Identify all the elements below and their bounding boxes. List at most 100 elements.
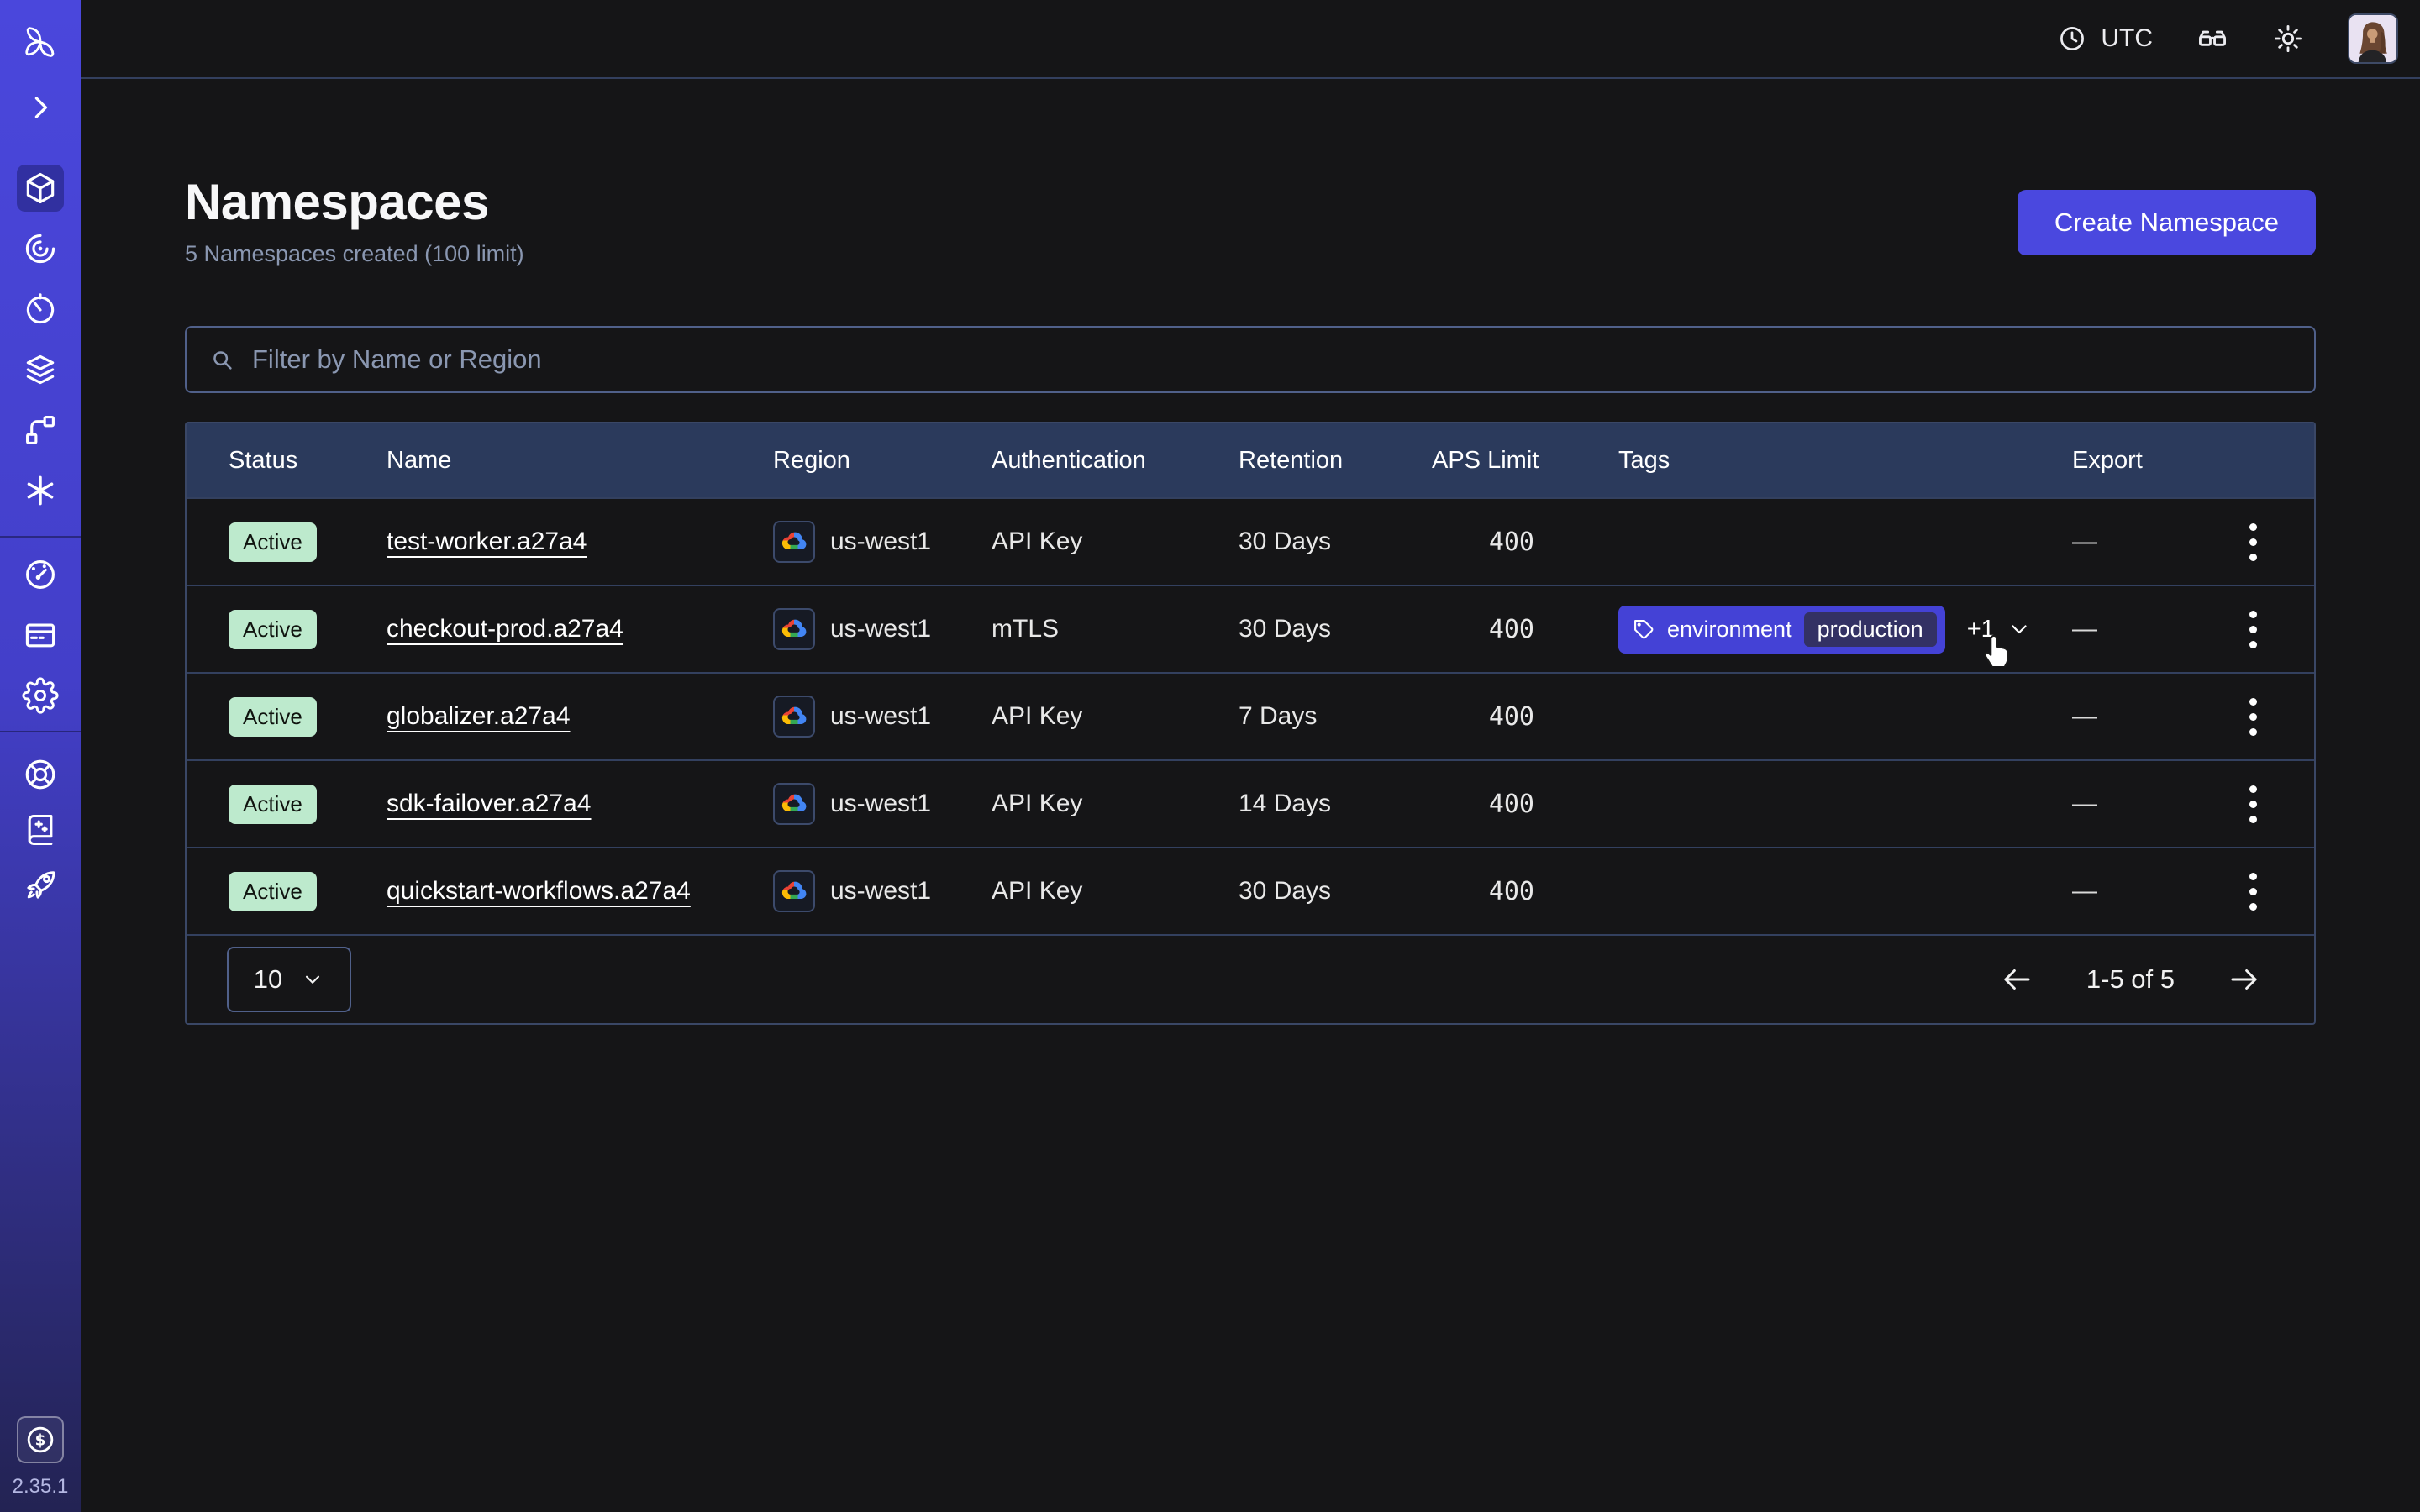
table-row: Active test-worker.a27a4 us-west1 API Ke… xyxy=(187,497,2314,585)
sidebar-item-support[interactable] xyxy=(17,751,64,798)
retention-cell: 14 Days xyxy=(1239,790,1432,818)
col-retention: Retention xyxy=(1239,447,1432,475)
namespace-link[interactable]: globalizer.a27a4 xyxy=(387,702,571,730)
export-value: — xyxy=(2072,528,2097,556)
pricing-button[interactable]: $ xyxy=(17,1416,64,1463)
tag-chip[interactable]: environment production xyxy=(1618,606,1945,654)
sidebar-item-namespaces[interactable] xyxy=(17,165,64,212)
row-menu-button[interactable] xyxy=(2243,604,2264,655)
tags-expand-button[interactable] xyxy=(2007,617,2032,642)
aps-cell: 400 xyxy=(1432,877,1618,906)
sidebar-item-workflows[interactable] xyxy=(17,225,64,272)
google-cloud-icon xyxy=(773,521,815,563)
clock-icon xyxy=(2057,24,2087,54)
auth-cell: API Key xyxy=(992,877,1239,906)
dollar-badge-icon: $ xyxy=(24,1423,57,1457)
sidebar-item-billing[interactable] xyxy=(17,612,64,659)
aps-cell: 400 xyxy=(1432,790,1618,819)
tag-overflow-count: +1 xyxy=(1967,616,1995,643)
user-avatar-button[interactable] xyxy=(2348,13,2398,64)
next-page-button[interactable] xyxy=(2227,962,2262,997)
namespace-link[interactable]: test-worker.a27a4 xyxy=(387,528,587,555)
status-badge: Active xyxy=(229,872,317,911)
table-row: Active checkout-prod.a27a4 us-west1 mTLS… xyxy=(187,585,2314,672)
sidebar-item-nexus[interactable] xyxy=(17,467,64,514)
namespace-link[interactable]: sdk-failover.a27a4 xyxy=(387,790,592,817)
row-menu-button[interactable] xyxy=(2243,517,2264,568)
sidebar-item-schedules[interactable] xyxy=(17,286,64,333)
app-version: 2.35.1 xyxy=(13,1475,69,1499)
aps-cell: 400 xyxy=(1432,702,1618,732)
create-namespace-button[interactable]: Create Namespace xyxy=(2018,190,2316,255)
gauge-icon xyxy=(22,556,59,593)
region-label: us-west1 xyxy=(830,790,931,818)
auth-cell: mTLS xyxy=(992,615,1239,643)
sun-icon xyxy=(2272,23,2304,55)
retention-cell: 7 Days xyxy=(1239,702,1432,731)
page-range-label: 1-5 of 5 xyxy=(2086,964,2175,995)
arrow-left-icon xyxy=(1999,962,2034,997)
namespaces-table: Status Name Region Authentication Retent… xyxy=(185,422,2316,1025)
lifebuoy-icon xyxy=(22,756,59,793)
theme-toggle-button[interactable] xyxy=(2272,23,2304,55)
sidebar-top xyxy=(17,0,64,131)
col-aps-limit: APS Limit xyxy=(1432,447,1618,475)
auth-cell: API Key xyxy=(992,702,1239,731)
google-cloud-icon xyxy=(773,783,815,825)
google-cloud-icon xyxy=(773,696,815,738)
table-row: Active globalizer.a27a4 us-west1 API Key… xyxy=(187,672,2314,759)
chevron-right-icon xyxy=(22,89,59,126)
col-region: Region xyxy=(773,447,992,475)
row-menu-button[interactable] xyxy=(2243,779,2264,830)
filter-input[interactable] xyxy=(252,344,2292,375)
chevron-down-icon xyxy=(2007,617,2032,642)
sidebar-collapse-button[interactable] xyxy=(17,84,64,131)
row-menu-button[interactable] xyxy=(2243,866,2264,917)
sidebar-item-deployments[interactable] xyxy=(17,407,64,454)
sidebar-help-group xyxy=(17,751,64,909)
tag-key: environment xyxy=(1667,617,1792,643)
namespace-link[interactable]: checkout-prod.a27a4 xyxy=(387,615,623,643)
gear-icon xyxy=(22,677,59,714)
sidebar-item-docs[interactable] xyxy=(17,806,64,853)
sidebar-item-batch-operations[interactable] xyxy=(17,346,64,393)
main-content: Namespaces 5 Namespaces created (100 lim… xyxy=(81,79,2420,1512)
topbar: UTC xyxy=(81,0,2420,79)
export-value: — xyxy=(2072,790,2097,818)
title-block: Namespaces 5 Namespaces created (100 lim… xyxy=(185,173,524,267)
previous-page-button[interactable] xyxy=(1999,962,2034,997)
sidebar-item-usage[interactable] xyxy=(17,551,64,598)
namespace-link[interactable]: quickstart-workflows.a27a4 xyxy=(387,877,691,905)
layers-icon xyxy=(22,351,59,388)
page-title: Namespaces xyxy=(185,173,524,231)
page-subtitle: 5 Namespaces created (100 limit) xyxy=(185,241,524,267)
rocket-icon xyxy=(22,867,59,904)
billing-card-icon xyxy=(22,617,59,654)
timezone-label: UTC xyxy=(2101,24,2153,53)
sidebar-item-settings[interactable] xyxy=(17,672,64,719)
svg-text:$: $ xyxy=(35,1431,46,1449)
sidebar-bottom: $ 2.35.1 xyxy=(13,1416,69,1512)
sidebar-item-getting-started[interactable] xyxy=(17,862,64,909)
sidebar-divider xyxy=(0,731,81,732)
status-badge: Active xyxy=(229,610,317,649)
app-root: $ 2.35.1 UTC xyxy=(0,0,2420,1512)
glasses-button[interactable] xyxy=(2196,23,2228,55)
tags-cell: environment production +1 xyxy=(1618,606,2072,654)
temporal-logo[interactable] xyxy=(17,18,64,66)
timezone-button[interactable]: UTC xyxy=(2057,24,2153,54)
col-tags: Tags xyxy=(1618,447,2072,475)
row-menu-button[interactable] xyxy=(2243,691,2264,743)
table-row: Active sdk-failover.a27a4 us-west1 API K… xyxy=(187,759,2314,847)
chevron-down-icon xyxy=(301,968,324,991)
arrow-right-icon xyxy=(2227,962,2262,997)
region-label: us-west1 xyxy=(830,615,931,643)
glasses-icon xyxy=(2196,23,2228,55)
asterisk-icon xyxy=(22,472,59,509)
region-label: us-west1 xyxy=(830,702,931,731)
page-size-select[interactable]: 10 xyxy=(227,947,351,1012)
aps-cell: 400 xyxy=(1432,615,1618,644)
export-value: — xyxy=(2072,877,2097,906)
filter-bar[interactable] xyxy=(185,326,2316,393)
sidebar: $ 2.35.1 xyxy=(0,0,81,1512)
